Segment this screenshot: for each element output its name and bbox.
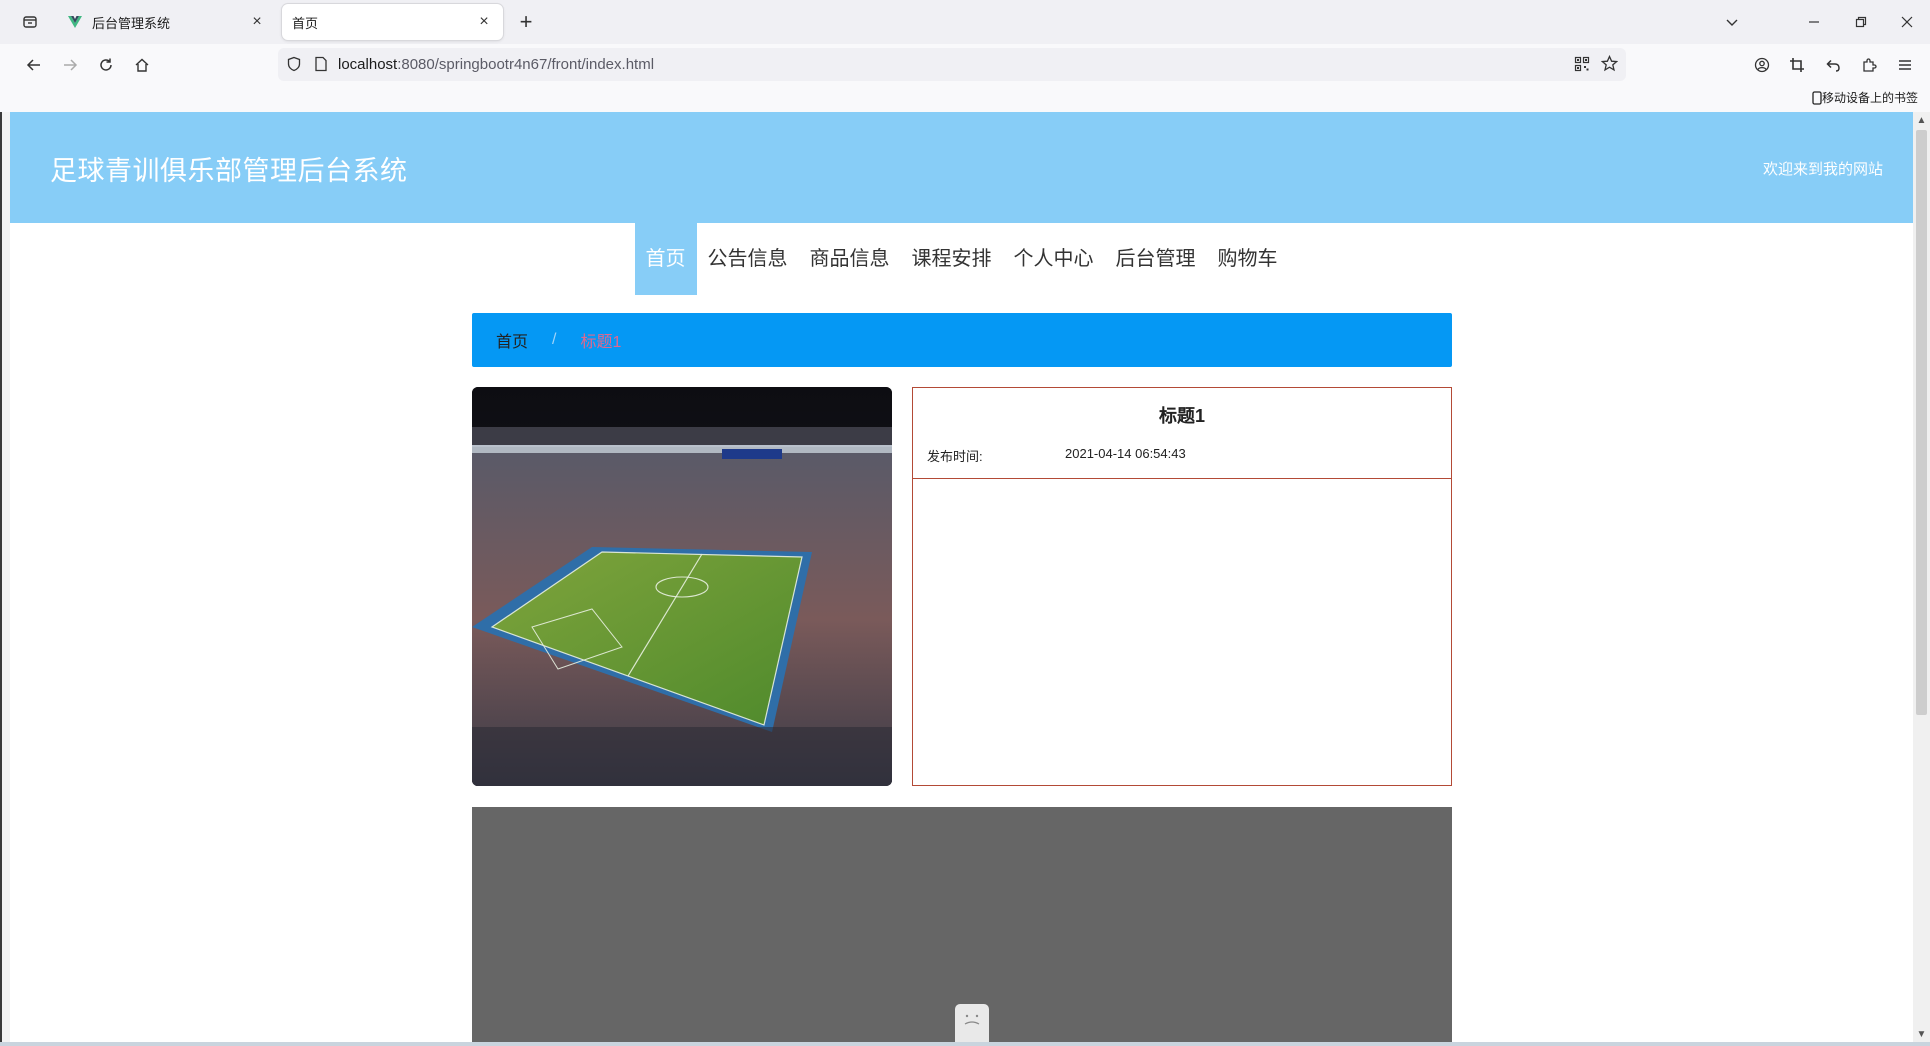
back-arrow-icon[interactable] [21,52,47,78]
publish-time-label: 发布时间: [927,449,983,464]
scroll-up-arrow-icon[interactable]: ▲ [1913,112,1930,128]
restore-icon[interactable] [1849,10,1873,34]
publish-time-value: 2021-04-14 06:54:43 [1065,446,1186,461]
site-title: 足球青训俱乐部管理后台系统 [50,156,408,186]
minimize-icon[interactable] [1802,10,1826,34]
video-player[interactable] [472,807,1452,1042]
detail-panel: 标题1 发布时间: 2021-04-14 06:54:43 [912,387,1452,786]
close-tab-icon[interactable]: × [475,13,493,31]
menu-item-cart[interactable]: 购物车 [1207,223,1289,295]
scroll-thumb[interactable] [1916,130,1927,715]
menu-item-home[interactable]: 首页 [634,223,697,295]
url-host: localhost [338,56,398,73]
tab-title: 后台管理系统 [92,15,171,31]
menu-item-products[interactable]: 商品信息 [799,223,901,295]
url-text[interactable]: localhost:8080/springbootr4n67/front/ind… [338,56,654,73]
detail-header: 标题1 发布时间: 2021-04-14 06:54:43 [913,388,1451,479]
breadcrumb-current: 标题1 [580,334,622,351]
bookmarks-bar: 移动设备上的书签 [0,85,1930,112]
qr-code-icon[interactable] [1574,56,1590,77]
page-viewport: 足球青训俱乐部管理后台系统 欢迎来到我的网站 首页 公告信息 商品信息 课程安排… [10,112,1913,1042]
menu-item-announcements[interactable]: 公告信息 [697,223,799,295]
bottom-edge [0,1042,1930,1046]
breadcrumb: 首页 / 标题1 [472,313,1452,367]
page-info-icon[interactable] [314,56,328,77]
tab-title: 首页 [292,15,319,31]
new-tab-button[interactable]: + [514,9,538,34]
close-tab-icon[interactable]: × [248,13,266,31]
undo-icon[interactable] [1820,52,1846,78]
broken-media-icon [955,1004,989,1042]
close-window-icon[interactable] [1895,10,1919,34]
site-header: 足球青训俱乐部管理后台系统 欢迎来到我的网站 [10,112,1913,223]
extensions-icon[interactable] [1856,52,1882,78]
url-path: :8080/springbootr4n67/front/index.html [397,56,655,73]
left-edge [0,112,10,1046]
home-icon[interactable] [129,52,155,78]
mobile-bookmarks[interactable]: 移动设备上的书签 [1812,89,1918,106]
scroll-down-arrow-icon[interactable]: ▼ [1913,1026,1930,1042]
menu-item-admin[interactable]: 后台管理 [1105,223,1207,295]
chevron-down-icon[interactable] [1720,10,1744,34]
main-menu: 首页 公告信息 商品信息 课程安排 个人中心 后台管理 购物车 [10,223,1913,295]
mobile-device-icon [1812,90,1822,105]
shield-icon[interactable] [286,56,302,77]
menu-item-profile[interactable]: 个人中心 [1003,223,1105,295]
stadium-photo [472,387,892,786]
vertical-scrollbar[interactable]: ▲ ▼ [1913,112,1930,1042]
reload-icon[interactable] [93,52,119,78]
breadcrumb-home[interactable]: 首页 [496,328,528,352]
forward-arrow-icon[interactable] [57,52,83,78]
welcome-text: 欢迎来到我的网站 [1762,161,1883,178]
tab-admin[interactable]: 后台管理系统 × [58,4,276,40]
tab-bar: 后台管理系统 × 首页 × + [0,0,1930,44]
bookmark-star-icon[interactable] [1600,54,1619,77]
breadcrumb-separator: / [552,331,557,348]
tab-list-icon[interactable] [16,10,44,34]
account-icon[interactable] [1749,52,1775,78]
vue-logo-icon [68,14,84,30]
detail-title: 标题1 [1158,406,1205,426]
crop-icon[interactable] [1784,52,1810,78]
tab-home[interactable]: 首页 × [282,4,503,40]
menu-item-courses[interactable]: 课程安排 [901,223,1003,295]
nav-bar: localhost:8080/springbootr4n67/front/ind… [0,44,1930,85]
menu-hamburger-icon[interactable] [1892,52,1918,78]
address-bar[interactable]: localhost:8080/springbootr4n67/front/ind… [278,48,1626,81]
mobile-bookmarks-label: 移动设备上的书签 [1821,91,1918,105]
